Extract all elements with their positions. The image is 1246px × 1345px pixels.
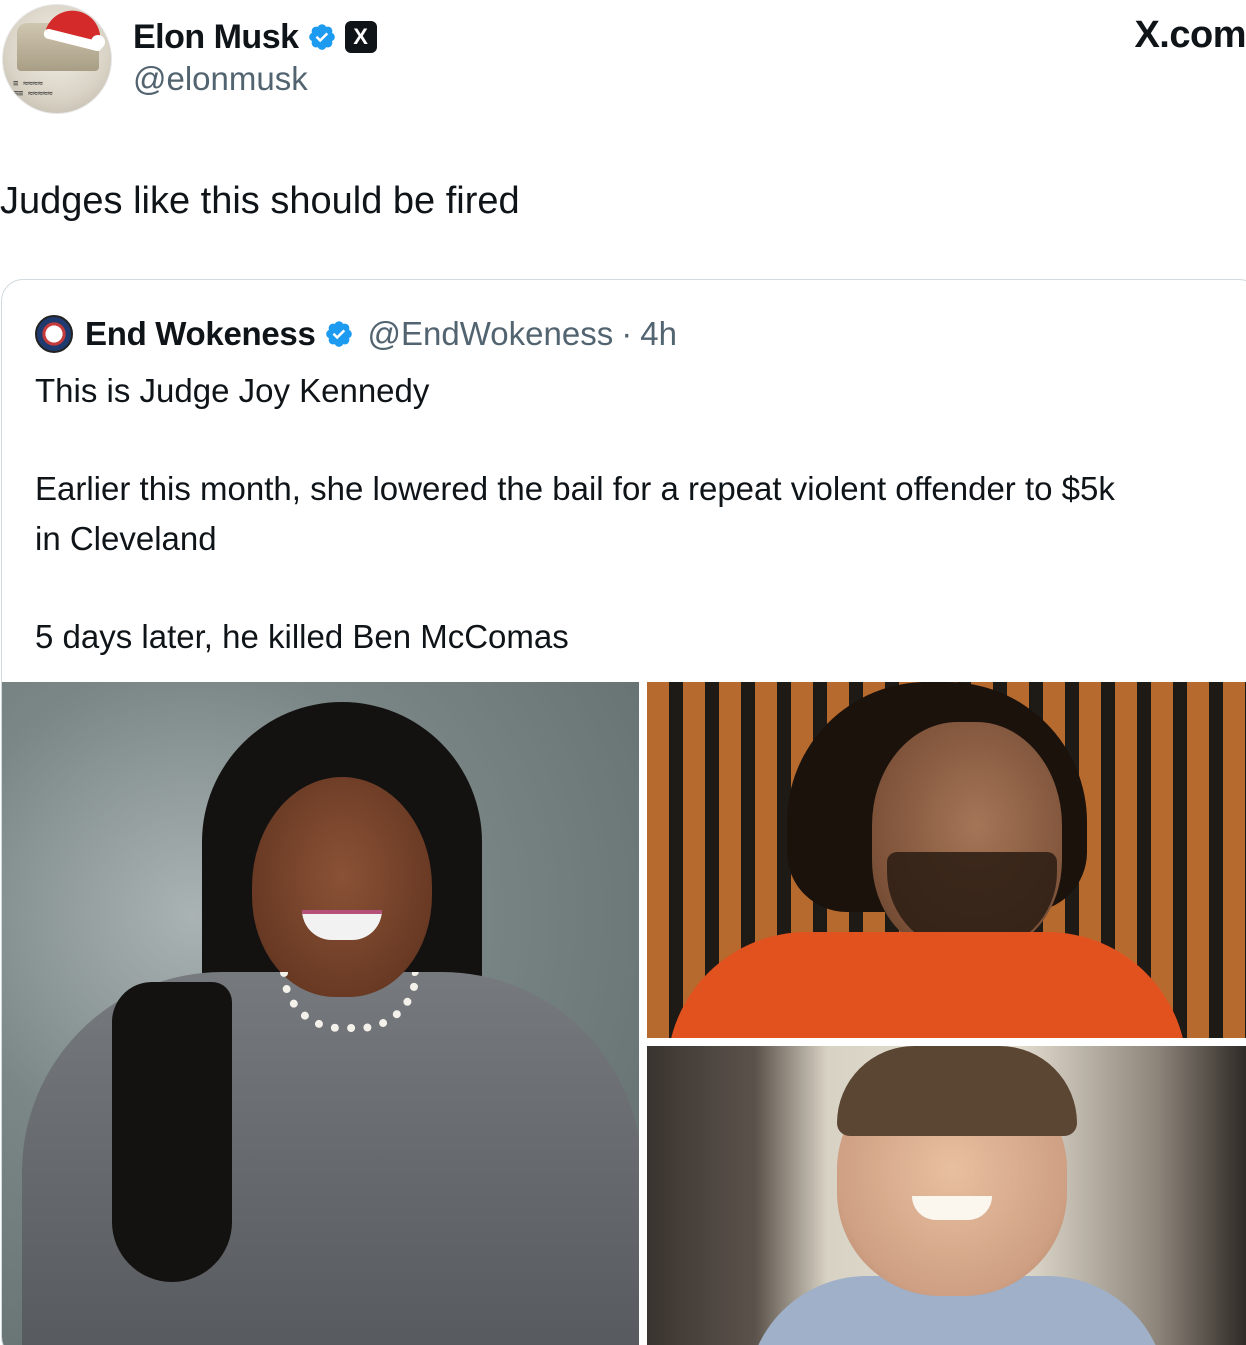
verified-badge-icon bbox=[324, 319, 354, 349]
x-logo-icon: X bbox=[344, 21, 377, 53]
quoted-text-line: in Cleveland bbox=[35, 520, 217, 557]
tweet-text: Judges like this should be fired bbox=[0, 180, 520, 222]
quoted-timestamp[interactable]: 4h bbox=[640, 315, 677, 353]
quoted-separator: · bbox=[621, 315, 633, 352]
quoted-tweet-card[interactable]: End Wokeness @EndWokeness · 4h This is J… bbox=[1, 279, 1246, 1345]
photo-detail bbox=[112, 982, 232, 1282]
source-watermark: X.com bbox=[1134, 14, 1246, 56]
avatar-scribble: ≡ ≈≈≈≈ ≡≡ ≈≈≈≈≈ bbox=[13, 79, 53, 99]
media-photo-judge[interactable] bbox=[2, 682, 639, 1345]
photo-detail bbox=[837, 1046, 1077, 1136]
media-photo-victim[interactable] bbox=[647, 1046, 1246, 1345]
quoted-text-line: This is Judge Joy Kennedy bbox=[35, 372, 430, 409]
quoted-tweet-header: End Wokeness @EndWokeness · 4h bbox=[35, 312, 677, 356]
quoted-text-line: Earlier this month, she lowered the bail… bbox=[35, 470, 1115, 507]
author-display-name[interactable]: Elon Musk bbox=[133, 18, 299, 57]
photo-detail bbox=[667, 932, 1187, 1038]
quoted-author-display-name[interactable]: End Wokeness bbox=[85, 315, 316, 353]
media-photo-suspect[interactable] bbox=[647, 682, 1246, 1038]
quoted-author-handle[interactable]: @EndWokeness bbox=[368, 315, 614, 353]
quoted-text-line: 5 days later, he killed Ben McComas bbox=[35, 618, 569, 655]
photo-detail bbox=[912, 1196, 992, 1220]
avatar-santa-hat-pom bbox=[91, 35, 105, 49]
author-handle[interactable]: @elonmusk bbox=[133, 60, 308, 98]
quoted-author-avatar[interactable] bbox=[35, 315, 73, 353]
author-name-row: Elon Musk X bbox=[133, 14, 377, 60]
author-avatar[interactable]: ≡ ≈≈≈≈ ≡≡ ≈≈≈≈≈ bbox=[2, 4, 112, 114]
photo-detail bbox=[252, 777, 432, 997]
verified-badge-icon bbox=[307, 22, 337, 52]
tweet-screenshot: ≡ ≈≈≈≈ ≡≡ ≈≈≈≈≈ Elon Musk X @elonmusk X.c… bbox=[0, 0, 1246, 1345]
